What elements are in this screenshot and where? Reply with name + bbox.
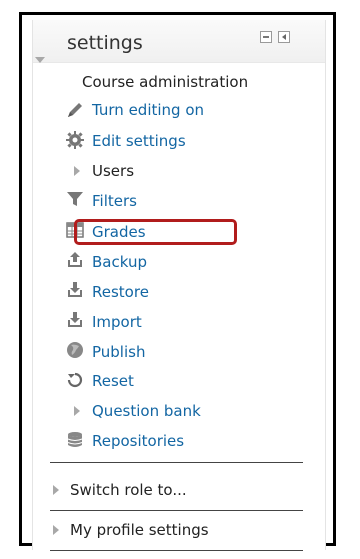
users-node[interactable]: Users — [92, 160, 134, 182]
filter-icon — [67, 192, 83, 206]
gear-icon — [66, 131, 84, 149]
block-header: settings — [33, 20, 325, 63]
restore-icon — [68, 282, 82, 297]
expand-arrow-icon[interactable] — [74, 406, 80, 416]
restore-link[interactable]: Restore — [92, 281, 149, 303]
block-title: settings — [67, 32, 143, 54]
expand-arrow-icon[interactable] — [74, 166, 80, 176]
pencil-icon — [68, 103, 82, 117]
dock-block-icon[interactable] — [278, 31, 290, 43]
edit-settings-link[interactable]: Edit settings — [92, 130, 186, 152]
divider — [50, 510, 303, 511]
my-profile-settings-node[interactable]: My profile settings — [70, 519, 209, 541]
grades-highlight-box — [74, 219, 237, 245]
expand-arrow-icon[interactable] — [53, 525, 59, 535]
database-icon — [67, 432, 83, 447]
reset-icon — [67, 372, 83, 388]
turn-editing-on-link[interactable]: Turn editing on — [92, 99, 204, 121]
collapse-arrow-icon[interactable] — [35, 57, 45, 63]
expand-arrow-icon[interactable] — [53, 485, 59, 495]
repositories-link[interactable]: Repositories — [92, 430, 184, 452]
divider — [50, 550, 303, 551]
switch-role-node[interactable]: Switch role to... — [70, 479, 187, 501]
divider — [50, 462, 303, 463]
globe-icon — [67, 342, 83, 358]
publish-link[interactable]: Publish — [92, 341, 145, 363]
import-link[interactable]: Import — [92, 311, 142, 333]
reset-link[interactable]: Reset — [92, 370, 134, 392]
filters-link[interactable]: Filters — [92, 190, 137, 212]
backup-icon — [68, 252, 82, 267]
question-bank-node[interactable]: Question bank — [92, 400, 201, 422]
backup-link[interactable]: Backup — [92, 251, 147, 273]
minimize-block-icon[interactable] — [260, 31, 272, 43]
import-icon — [68, 312, 82, 327]
course-administration-node[interactable]: Course administration — [82, 71, 248, 93]
